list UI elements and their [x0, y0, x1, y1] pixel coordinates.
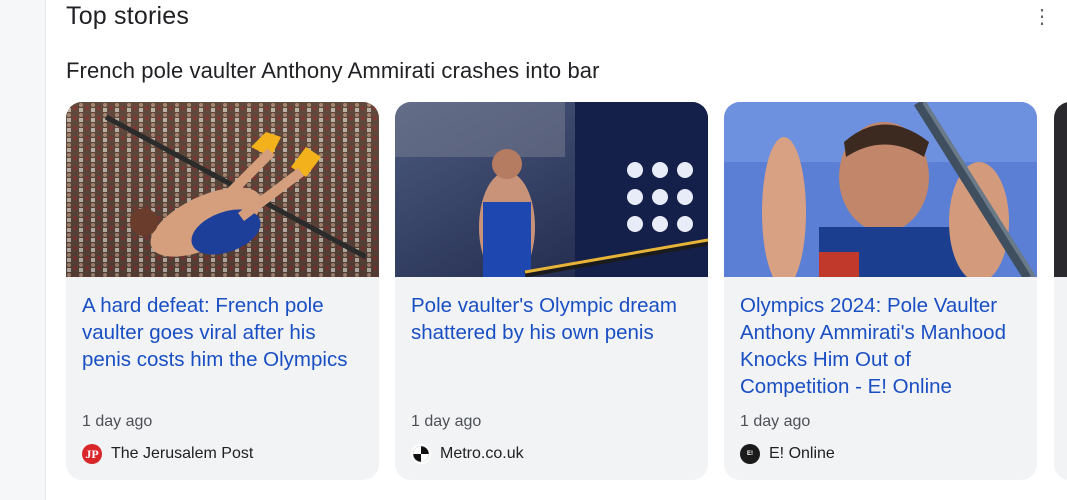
news-card-source: JP The Jerusalem Post — [82, 444, 253, 464]
jerusalem-post-logo-icon: JP — [82, 444, 102, 464]
news-card-headline[interactable]: Pole vaulter's Olympic dream shattered b… — [411, 292, 696, 346]
news-card-3[interactable]: Olympics 2024: Pole Vaulter Anthony Ammi… — [724, 102, 1037, 480]
news-card-time: 1 day ago — [740, 413, 811, 430]
news-card-headline[interactable]: Olympics 2024: Pole Vaulter Anthony Ammi… — [740, 292, 1025, 400]
news-card-time: 1 day ago — [411, 413, 482, 430]
story-cluster-heading[interactable]: French pole vaulter Anthony Ammirati cra… — [66, 58, 600, 84]
news-card-source: Metro.co.uk — [411, 444, 524, 464]
news-card-source: E! E! Online — [740, 444, 835, 464]
news-card-thumbnail — [724, 102, 1037, 277]
news-card-thumbnail — [66, 102, 379, 277]
news-card-thumbnail — [395, 102, 708, 277]
metro-logo-icon — [411, 444, 431, 464]
more-options-button[interactable]: ⋮ — [1028, 4, 1056, 30]
news-card-source-name: E! Online — [769, 445, 835, 462]
top-stories-panel: Top stories ⋮ French pole vaulter Anthon… — [45, 0, 1067, 500]
news-card-time: 1 day ago — [82, 413, 153, 430]
news-card-partial[interactable] — [1054, 102, 1067, 480]
news-card-1[interactable]: A hard defeat: French pole vaulter goes … — [66, 102, 379, 480]
news-card-thumbnail — [1054, 102, 1067, 277]
news-card-headline[interactable]: A hard defeat: French pole vaulter goes … — [82, 292, 367, 373]
section-title: Top stories — [66, 2, 190, 30]
e-online-logo-icon: E! — [740, 444, 760, 464]
news-card-source-name: Metro.co.uk — [440, 445, 524, 462]
news-card-2[interactable]: Pole vaulter's Olympic dream shattered b… — [395, 102, 708, 480]
news-card-source-name: The Jerusalem Post — [111, 445, 254, 462]
more-vert-icon: ⋮ — [1032, 6, 1052, 28]
